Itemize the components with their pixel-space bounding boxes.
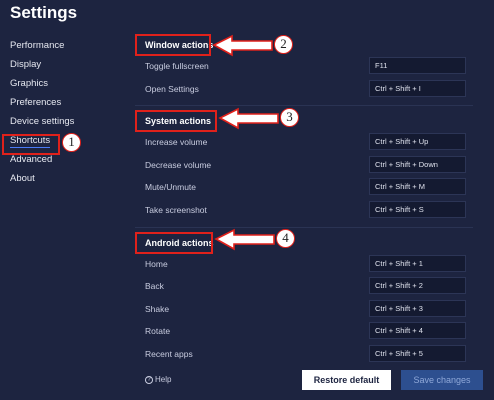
restore-default-button[interactable]: Restore default	[302, 370, 391, 390]
arrow-3	[218, 107, 279, 130]
callout-number-4: 4	[276, 229, 295, 248]
callout-number-2: 2	[274, 35, 293, 54]
arrow-2	[212, 34, 273, 57]
arrow-4	[214, 228, 275, 251]
help-icon: ?	[145, 375, 153, 384]
callout-number-3: 3	[280, 108, 299, 127]
help-link[interactable]: ? Help	[145, 375, 171, 384]
save-changes-button[interactable]: Save changes	[401, 370, 483, 390]
annotation-arrows	[212, 34, 279, 251]
help-label: Help	[155, 375, 172, 384]
